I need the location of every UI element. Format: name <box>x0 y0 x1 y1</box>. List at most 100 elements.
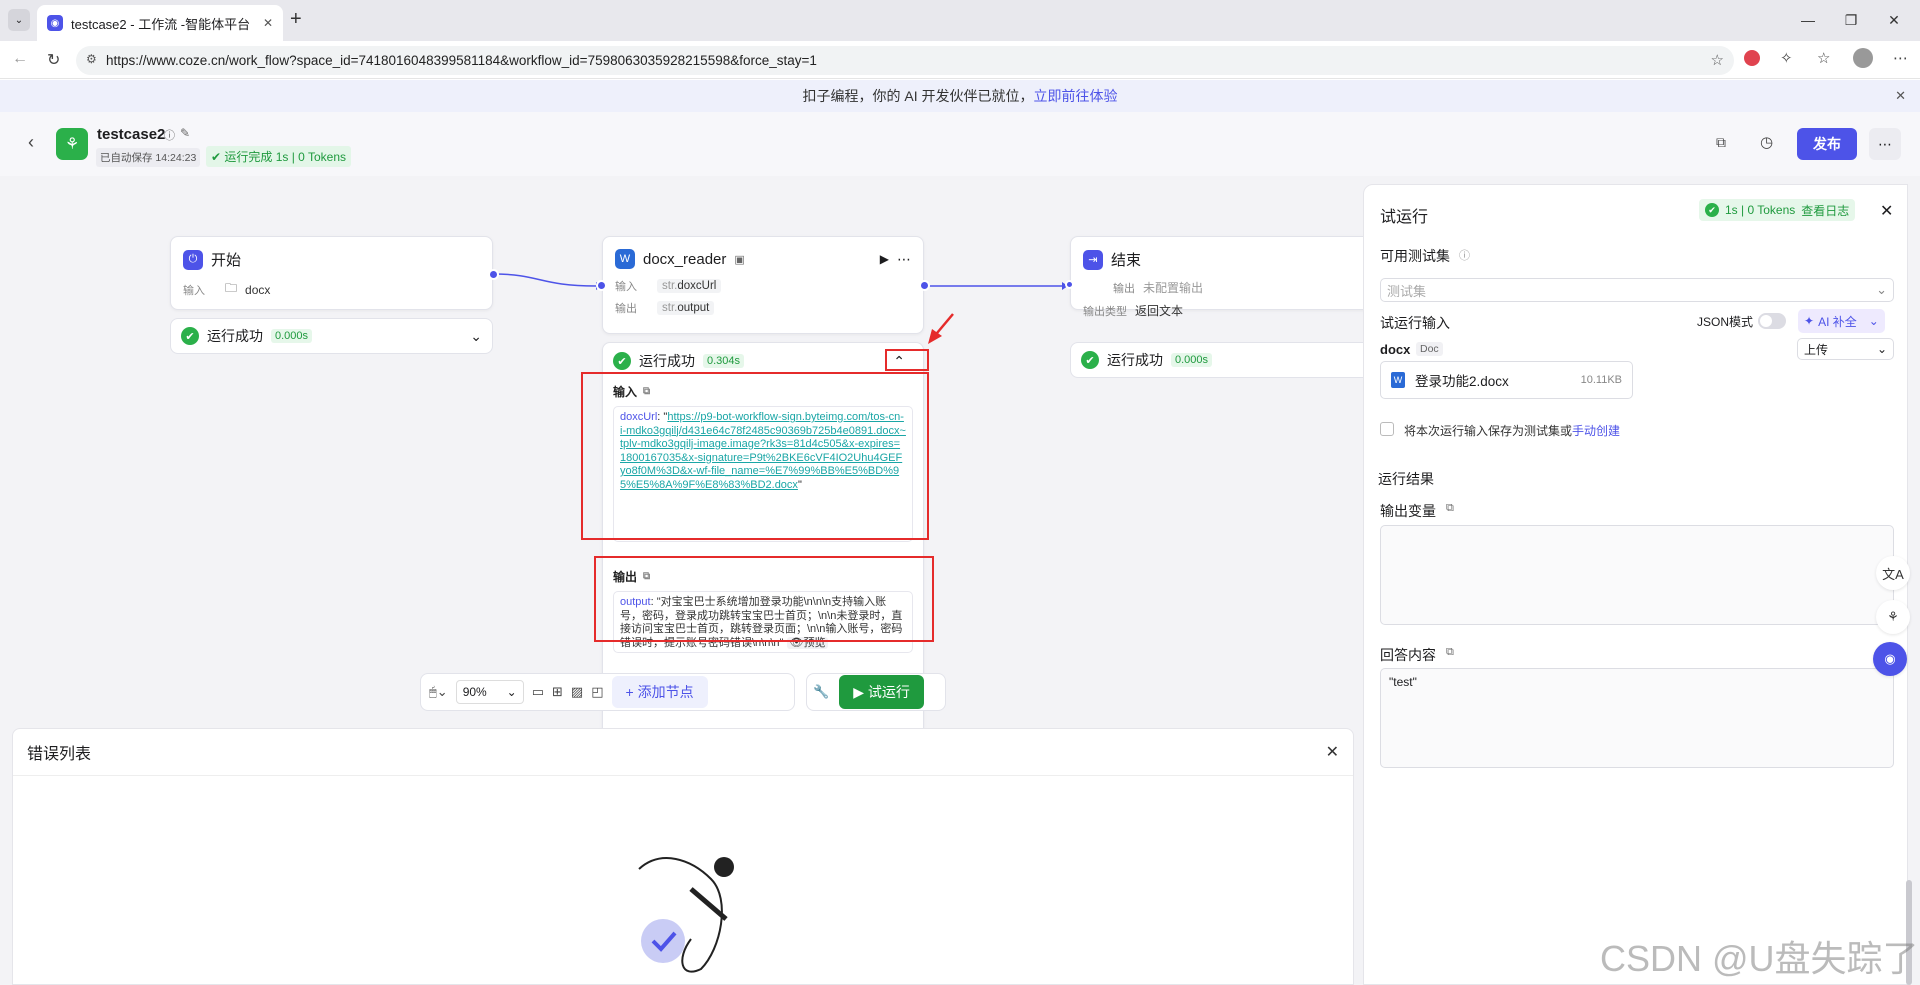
error-list-title: 错误列表 <box>27 746 92 763</box>
close-icon[interactable]: ✕ <box>1326 742 1339 762</box>
workflow-header: ‹ ⚘ testcase2 ⓘ ✎ 已自动保存 14:24:23 ✔ 运行完成 … <box>0 112 1920 176</box>
end-input-port[interactable] <box>1065 280 1074 289</box>
start-status-bar[interactable]: ✔ 运行成功 0.000s ⌄ <box>170 318 493 354</box>
bookmark-star-icon[interactable]: ☆ <box>1711 51 1724 69</box>
zoom-select[interactable]: 90% ⌄ <box>455 680 524 704</box>
edit-icon[interactable]: ✎ <box>180 126 190 140</box>
testset-label: 可用测试集 <box>1380 248 1450 264</box>
answer-label: 回答内容 <box>1380 647 1436 663</box>
run-input-label: 试运行输入 <box>1380 315 1450 331</box>
docx-input-label: 输入 <box>615 281 637 293</box>
mouse-mode-icon[interactable]: 🖱⌄ <box>429 684 448 700</box>
sparkle-icon: ✦ <box>1804 314 1815 328</box>
minimap-icon[interactable]: ◰ <box>591 684 603 700</box>
save-testset-checkbox[interactable] <box>1380 422 1394 436</box>
reload-icon[interactable]: ↻ <box>47 50 60 70</box>
tab-list-icon[interactable]: ⌄ <box>8 9 30 31</box>
extensions-puzzle-icon[interactable]: ✧ <box>1780 49 1793 67</box>
canvas-toolbar: 🖱⌄ 90% ⌄ ▭ ⊞ ▨ ◰ + 添加节点 <box>420 673 795 711</box>
edge-start-docx <box>492 273 597 287</box>
docx-output-type: str. <box>662 302 678 314</box>
upload-select[interactable]: 上传 ⌄ <box>1797 338 1894 360</box>
chevron-down-icon: ⌄ <box>1876 282 1887 297</box>
back-icon[interactable]: ← <box>12 50 28 68</box>
end-status-bar[interactable]: ✔ 运行成功 0.000s <box>1070 342 1394 378</box>
success-icon: ✔ <box>1705 203 1719 217</box>
new-tab-button[interactable]: + <box>290 8 302 31</box>
test-run-label: 试运行 <box>867 684 910 700</box>
check-icon: ✔ <box>211 150 225 164</box>
ai-fill-label: AI 补全 <box>1818 314 1857 329</box>
run-node-icon[interactable]: ▶ <box>880 252 889 266</box>
view-log-link[interactable]: 查看日志 <box>1801 202 1849 219</box>
wrench-icon[interactable]: 🔧 <box>813 684 829 700</box>
end-title: 结束 <box>1111 252 1142 269</box>
docx-reader-node[interactable]: Wdocx_reader ▣ ▶ ⋯ 输入 str.doxcUrl 输出 str.out… <box>602 236 924 334</box>
start-icon: ⏻ <box>183 249 203 270</box>
profile-avatar[interactable] <box>1853 48 1873 68</box>
url-input[interactable]: ⚙ https://www.coze.cn/work_flow?space_id… <box>76 46 1734 75</box>
end-output-value: 未配置输出 <box>1143 281 1204 295</box>
more-options-button[interactable]: ⋯ <box>1869 128 1901 160</box>
end-time-badge: 0.000s <box>1171 353 1213 367</box>
end-output-label: 输出 <box>1113 282 1135 295</box>
json-mode-toggle[interactable] <box>1758 313 1786 329</box>
chevron-down-icon[interactable]: ⌄ <box>1869 314 1879 328</box>
node-more-icon[interactable]: ⋯ <box>897 251 911 268</box>
add-node-button[interactable]: + 添加节点 <box>611 676 708 708</box>
output-var-label: 输出变量 <box>1380 503 1436 519</box>
empty-state-illustration <box>638 857 734 973</box>
more-menu-icon[interactable]: ⋯ <box>1893 49 1908 67</box>
success-icon: ✔ <box>613 352 631 370</box>
site-info-icon[interactable]: ⚙ <box>86 52 97 66</box>
manual-create-link[interactable]: 手动创建 <box>1572 422 1620 439</box>
output-var-box <box>1380 525 1894 625</box>
promo-banner: 扣子编程，你的 AI 开发伙伴已就位， 立即前往体验 ✕ <box>0 80 1920 112</box>
favorites-icon[interactable]: ☆ <box>1817 49 1830 67</box>
result-label: 运行结果 <box>1378 471 1434 487</box>
close-tab-icon[interactable]: ✕ <box>263 16 273 30</box>
apps-icon[interactable]: ⚘ <box>1876 600 1910 634</box>
comment-icon[interactable]: ▭ <box>532 684 544 700</box>
test-run-button[interactable]: ▶ 试运行 <box>839 675 924 709</box>
zoom-value: 90% <box>462 685 487 699</box>
layout-icon[interactable]: ⊞ <box>552 684 563 700</box>
chevron-down-icon[interactable]: ⌄ <box>470 328 482 345</box>
image-icon[interactable]: ▨ <box>571 684 583 700</box>
testset-placeholder: 测试集 <box>1387 283 1427 299</box>
docx-input-port[interactable] <box>596 280 607 291</box>
translate-icon[interactable]: 文A <box>1876 556 1910 590</box>
end-node[interactable]: ⇥ 结束 输出 未配置输出 输出类型 返回文本 <box>1070 236 1394 318</box>
assistant-icon[interactable]: ◉ <box>1873 642 1907 676</box>
close-window-icon[interactable]: ✕ <box>1874 8 1914 32</box>
uploaded-file-card[interactable]: W 登录功能2.docx 10.11KB <box>1380 361 1633 399</box>
start-output-port[interactable] <box>488 269 499 280</box>
start-node[interactable]: ⏻ 开始 输入 🗀 docx <box>170 236 493 310</box>
history-icon[interactable]: ◷ <box>1760 133 1773 151</box>
banner-link[interactable]: 立即前往体验 <box>1034 86 1118 106</box>
copy-icon[interactable]: ⧉ <box>1716 134 1726 151</box>
chevron-down-icon: ⌄ <box>1876 342 1887 356</box>
copy-icon[interactable]: ⧉ <box>1446 502 1454 515</box>
restore-icon[interactable]: ❐ <box>1831 8 1871 32</box>
testset-select[interactable]: 测试集 ⌄ <box>1380 278 1894 302</box>
folder-icon: 🗀 <box>225 281 238 295</box>
ai-fill-button[interactable]: ✦ AI 补全 ⌄ <box>1798 309 1885 333</box>
docx-output-port[interactable] <box>919 280 930 291</box>
banner-text: 扣子编程，你的 AI 开发伙伴已就位， <box>802 88 1034 104</box>
browser-tab[interactable]: ◉ testcase2 - 工作流 -智能体平台 ✕ <box>37 5 283 41</box>
json-mode-label: JSON模式 <box>1697 315 1754 329</box>
file-size: 10.11KB <box>1580 374 1622 386</box>
minimize-icon[interactable]: — <box>1788 8 1828 32</box>
close-panel-icon[interactable]: ✕ <box>1880 201 1893 221</box>
highlight-input-box <box>581 372 929 540</box>
copy-icon[interactable]: ⧉ <box>1446 646 1454 659</box>
publish-button[interactable]: 发布 <box>1797 128 1857 160</box>
answer-box: "test" <box>1380 668 1894 768</box>
info-icon[interactable]: ⓘ <box>164 127 175 143</box>
end-type-label: 输出类型 <box>1083 305 1127 318</box>
close-banner-icon[interactable]: ✕ <box>1895 88 1906 104</box>
docx-time-badge: 0.304s <box>703 354 745 368</box>
extension-icon[interactable] <box>1744 50 1760 66</box>
back-arrow-icon[interactable]: ‹ <box>28 132 34 153</box>
